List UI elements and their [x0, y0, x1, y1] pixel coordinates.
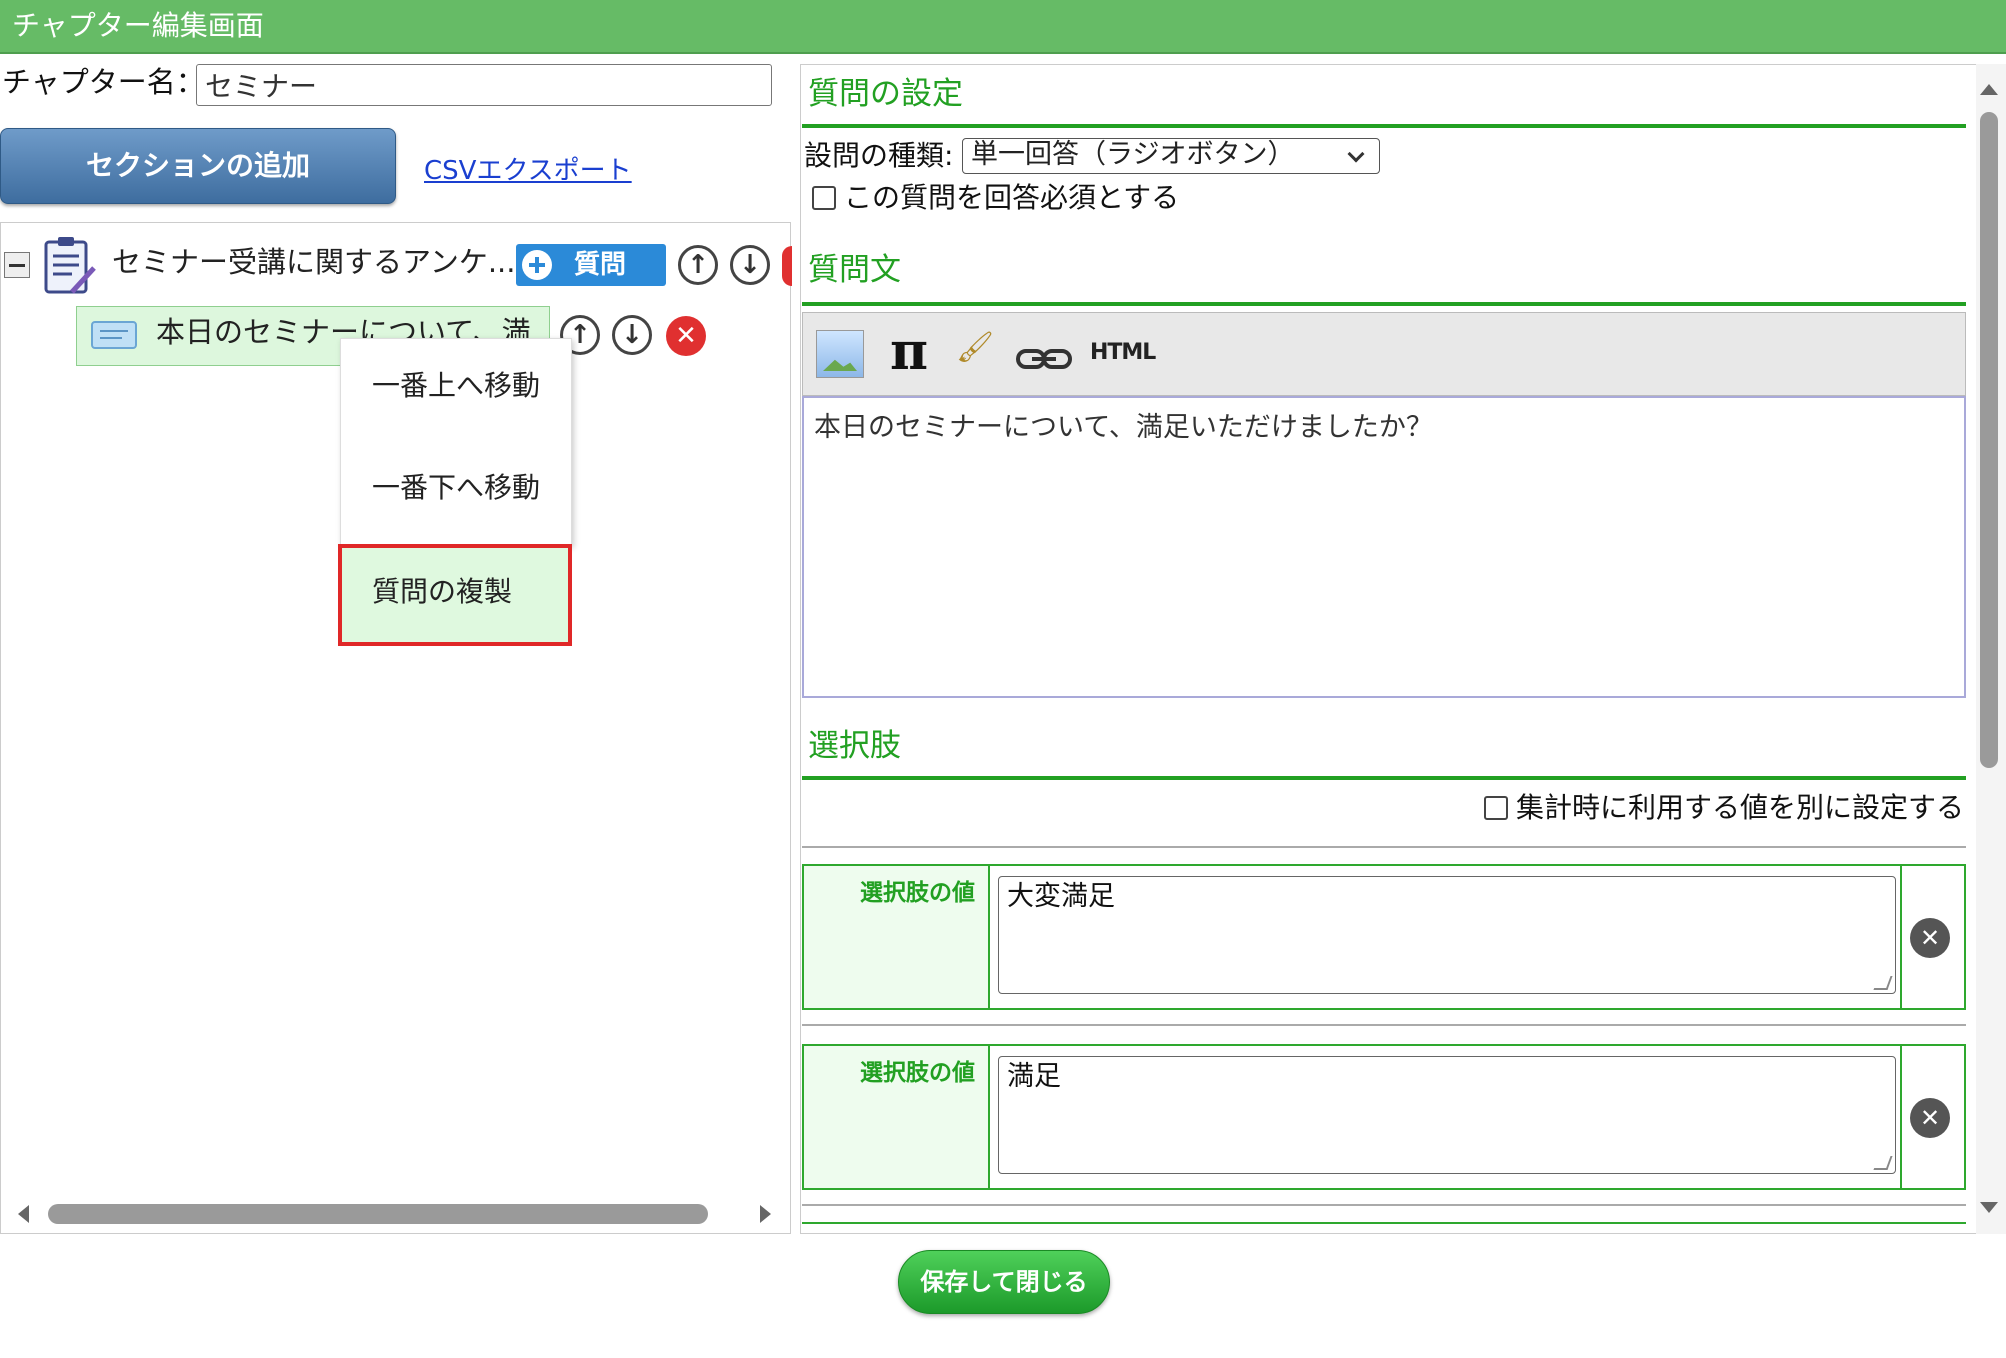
aggregate-value-label: 集計時に利用する値を別に設定する — [1516, 791, 1965, 824]
chapter-name-label: チャプター名： — [2, 65, 205, 99]
scroll-down-icon[interactable] — [1980, 1202, 1998, 1213]
csv-export-link[interactable]: CSVエクスポート — [424, 150, 632, 187]
delete-section-icon[interactable] — [782, 246, 792, 286]
settings-divider — [802, 124, 1966, 128]
required-checkbox[interactable] — [812, 186, 836, 210]
plus-icon — [522, 250, 552, 280]
arrow-up-icon[interactable]: ↑ — [678, 245, 718, 285]
scroll-left-icon[interactable] — [18, 1205, 29, 1223]
menu-item-move-bottom[interactable]: 一番下へ移動 — [372, 468, 540, 508]
scroll-up-icon[interactable] — [1980, 84, 1998, 95]
clipboard-icon — [44, 237, 96, 294]
delete-choice-icon[interactable]: ✕ — [1910, 1098, 1950, 1138]
clear-format-brush-icon[interactable]: 🖌 — [956, 330, 994, 365]
settings-heading: 質問の設定 — [808, 76, 963, 112]
question-text-heading: 質問文 — [808, 252, 901, 288]
choice-value-textarea[interactable]: 満足 — [998, 1056, 1896, 1174]
question-card-icon — [91, 321, 137, 349]
arrow-down-icon[interactable]: ↓ — [730, 245, 770, 285]
save-and-close-button[interactable]: 保存して閉じる — [898, 1250, 1110, 1314]
chapter-name-input[interactable] — [196, 64, 772, 106]
question-text-divider — [802, 302, 1966, 306]
vertical-scrollbar[interactable] — [1980, 112, 1998, 768]
choices-divider — [802, 776, 1966, 780]
insert-image-icon[interactable] — [816, 330, 864, 378]
choice-value-label: 選択肢の値 — [860, 1060, 975, 1086]
menu-item-move-top[interactable]: 一番上へ移動 — [372, 366, 540, 406]
window-title: チャプター編集画面 — [0, 0, 2006, 54]
menu-item-duplicate-question[interactable]: 質問の複製 — [372, 572, 512, 612]
question-arrow-down-icon[interactable]: ↓ — [612, 315, 652, 355]
collapse-toggle-icon[interactable] — [4, 252, 30, 278]
question-text-editor[interactable]: 本日のセミナーについて、満足いただけましたか？ — [802, 396, 1966, 698]
math-formula-icon[interactable]: π — [890, 322, 928, 382]
choice-value-textarea[interactable]: 大変満足 — [998, 876, 1896, 994]
aggregate-value-checkbox[interactable] — [1484, 796, 1508, 820]
add-section-button[interactable]: セクションの追加 — [0, 128, 396, 204]
scroll-right-icon[interactable] — [760, 1205, 771, 1223]
html-source-button[interactable]: HTML — [1090, 340, 1156, 365]
section-label[interactable]: セミナー受講に関するアンケ... — [112, 242, 516, 282]
required-label: この質問を回答必須とする — [844, 181, 1180, 214]
link-icon[interactable] — [1016, 346, 1072, 372]
choice-separator — [802, 1204, 1966, 1206]
question-type-label: 設問の種類: — [804, 139, 954, 172]
choice-separator — [802, 1024, 1966, 1026]
question-type-select[interactable]: 単一回答（ラジオボタン） — [962, 138, 1380, 174]
horizontal-scrollbar[interactable] — [48, 1204, 708, 1224]
choices-separator — [802, 846, 1966, 848]
choice-row-partial — [802, 1222, 1966, 1234]
delete-choice-icon[interactable]: ✕ — [1910, 918, 1950, 958]
choice-value-label: 選択肢の値 — [860, 880, 975, 906]
choices-heading: 選択肢 — [808, 728, 901, 764]
delete-question-icon[interactable]: ✕ — [666, 316, 706, 356]
